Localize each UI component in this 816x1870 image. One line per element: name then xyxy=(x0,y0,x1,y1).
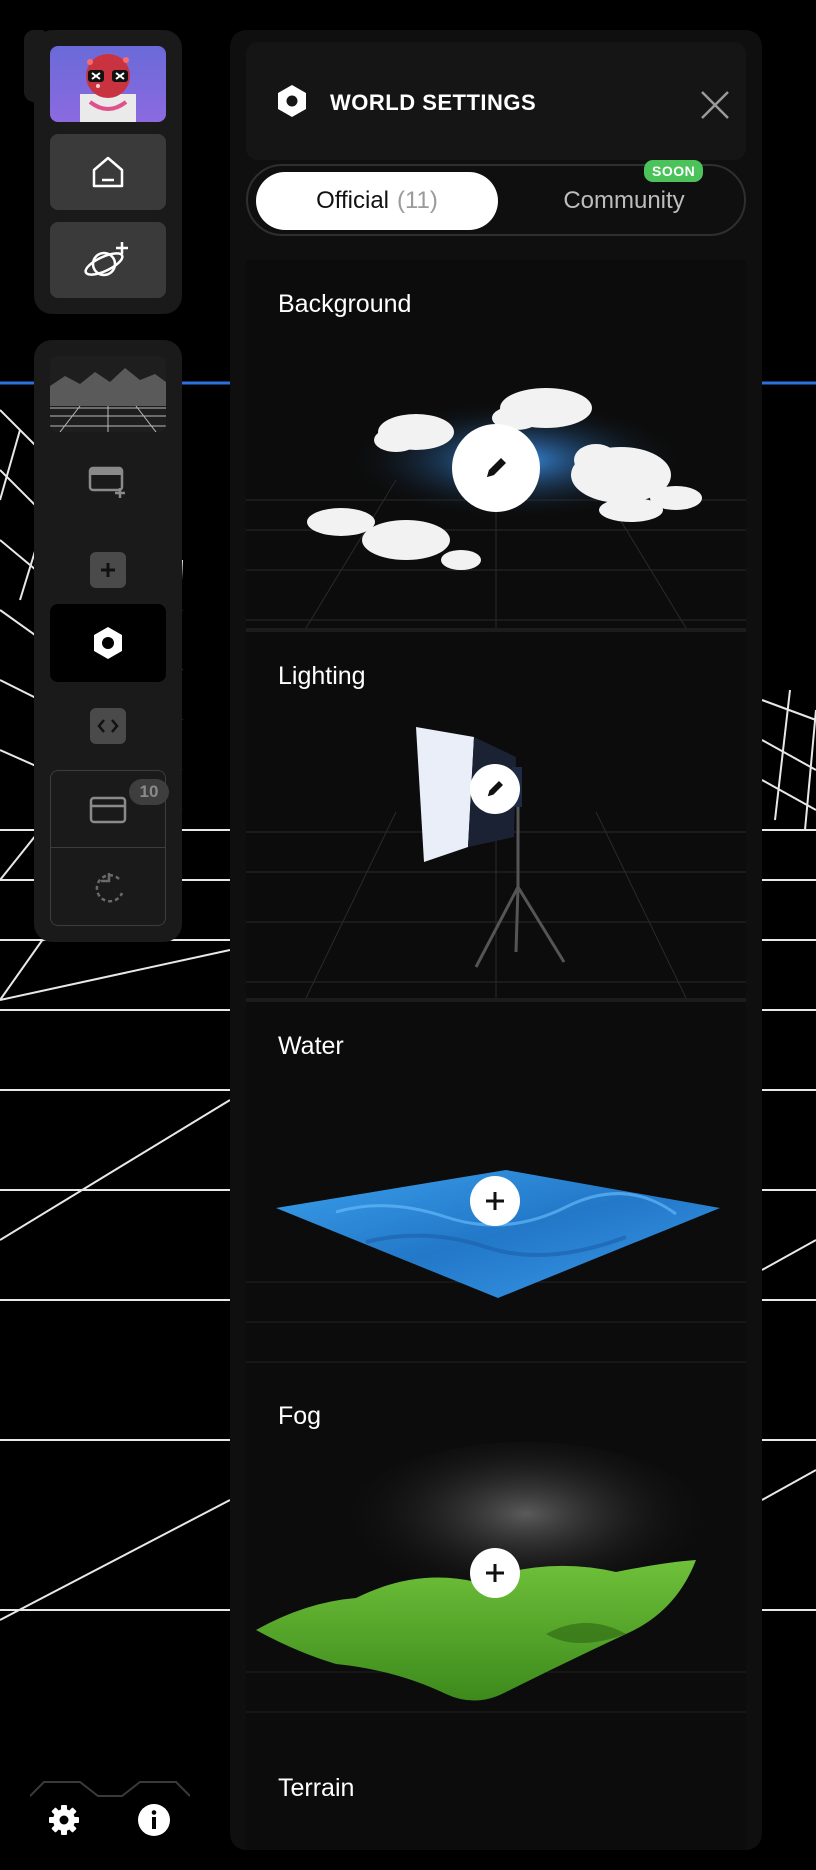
add-water-button[interactable] xyxy=(470,1176,520,1226)
sidebar-top xyxy=(34,30,182,314)
code-icon xyxy=(90,708,126,744)
plus-icon xyxy=(90,552,126,588)
section-terrain[interactable]: Terrain xyxy=(246,1744,746,1850)
sidebar-tools: 10 xyxy=(34,340,182,942)
home-button[interactable] xyxy=(50,134,166,210)
panel-header: WORLD SETTINGS xyxy=(246,42,746,160)
plus-icon xyxy=(486,1192,504,1210)
pencil-icon xyxy=(487,781,503,797)
planet-add-icon xyxy=(84,242,128,277)
edit-lighting-button[interactable] xyxy=(470,764,520,814)
home-icon xyxy=(92,156,124,188)
tab-community-label: Community xyxy=(563,187,685,214)
close-icon[interactable] xyxy=(698,88,732,122)
plus-icon xyxy=(486,1564,504,1582)
section-lighting[interactable]: Lighting xyxy=(246,632,746,998)
code-button[interactable] xyxy=(50,688,166,764)
panel-title: WORLD SETTINGS xyxy=(330,90,537,115)
section-title: Water xyxy=(278,1032,344,1060)
hexagon-settings-icon xyxy=(94,627,122,659)
add-object-button[interactable] xyxy=(50,532,166,608)
group-divider xyxy=(51,847,165,848)
cards-button[interactable]: 10 xyxy=(51,771,169,847)
section-background[interactable]: Background xyxy=(246,260,746,628)
section-water[interactable]: Water xyxy=(246,1002,746,1372)
pencil-icon xyxy=(487,458,506,477)
tab-official-count: (11) xyxy=(397,187,438,214)
add-card-button[interactable] xyxy=(50,444,166,520)
section-title: Background xyxy=(278,290,412,318)
section-title: Lighting xyxy=(278,662,366,690)
tool-group: 10 xyxy=(50,770,169,926)
tab-community[interactable]: Community xyxy=(510,172,738,230)
card-icon xyxy=(89,796,127,824)
section-title: Fog xyxy=(278,1402,322,1430)
rotate-icon xyxy=(95,873,124,903)
soon-badge: SOON xyxy=(644,160,704,182)
create-world-button[interactable] xyxy=(50,222,166,298)
avatar[interactable] xyxy=(50,46,166,122)
section-title: Terrain xyxy=(278,1774,355,1802)
footer-bar xyxy=(30,1770,190,1846)
cards-count-badge: 10 xyxy=(129,779,169,805)
world-settings-panel: WORLD SETTINGS Official (11) Community S… xyxy=(230,30,762,1850)
info-button[interactable] xyxy=(134,1800,174,1840)
info-icon xyxy=(138,1804,170,1836)
rotate-button[interactable] xyxy=(51,849,167,925)
tab-official[interactable]: Official (11) xyxy=(256,172,498,230)
add-card-icon xyxy=(88,466,125,498)
avatar-robot-icon xyxy=(80,54,136,122)
world-thumbnail[interactable] xyxy=(50,356,166,432)
edit-background-button[interactable] xyxy=(452,424,540,512)
settings-button[interactable] xyxy=(44,1800,84,1840)
gear-icon xyxy=(49,1805,79,1835)
tab-official-label: Official xyxy=(316,187,389,214)
world-settings-button[interactable] xyxy=(50,604,166,682)
hexagon-settings-icon xyxy=(278,85,306,117)
asset-source-toggle: Official (11) Community SOON xyxy=(246,160,746,236)
world-thumbnail-image xyxy=(50,356,166,432)
section-fog[interactable]: Fog xyxy=(246,1372,746,1744)
add-fog-button[interactable] xyxy=(470,1548,520,1598)
